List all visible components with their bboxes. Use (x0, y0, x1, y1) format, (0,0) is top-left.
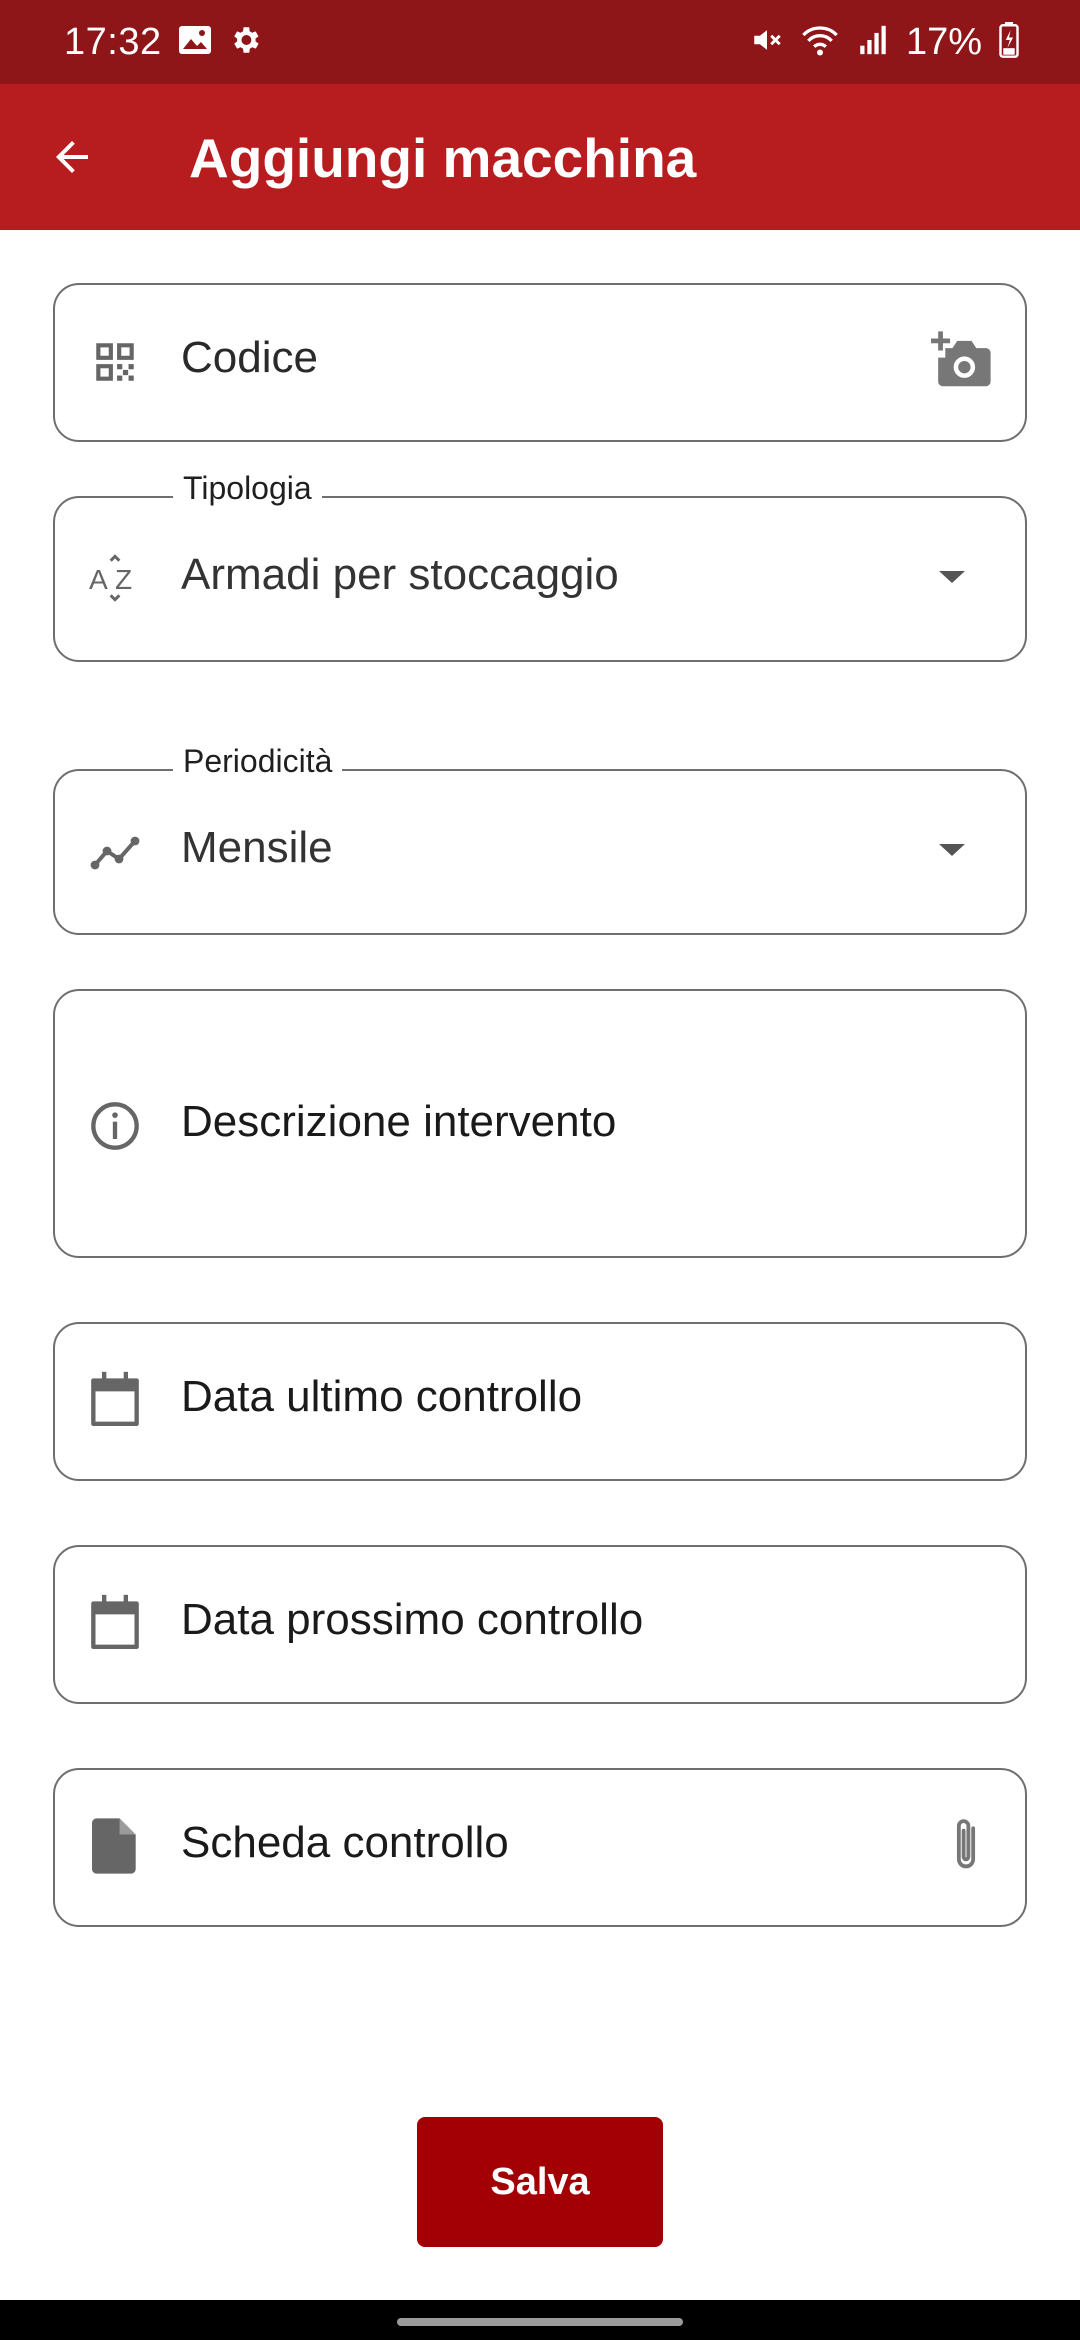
save-button[interactable]: Salva (417, 2117, 663, 2247)
last-check-date-placeholder: Data ultimo controllo (181, 1372, 583, 1421)
back-button[interactable] (42, 129, 102, 189)
paperclip-icon (948, 1814, 984, 1881)
trend-line-icon (89, 827, 141, 879)
file-icon (89, 1818, 141, 1874)
description-field[interactable]: Descrizione intervento (53, 989, 1027, 1258)
last-check-date-field[interactable]: Data ultimo controllo (53, 1322, 1027, 1481)
check-sheet-placeholder: Scheda controllo (181, 1818, 509, 1867)
type-value: Armadi per stoccaggio (181, 550, 619, 599)
svg-text:A: A (89, 564, 108, 595)
battery-percent: 17% (905, 20, 982, 63)
sort-az-icon: AZ (89, 552, 141, 604)
image-icon (178, 25, 212, 60)
type-label: Tipologia (173, 466, 322, 510)
home-gesture-handle[interactable] (397, 2318, 683, 2326)
page-title: Aggiungi macchina (189, 127, 697, 189)
status-bar: 17:32 17% (0, 0, 1080, 84)
code-field[interactable]: Codice (53, 283, 1027, 442)
calendar-icon (89, 1594, 141, 1649)
mute-icon (750, 23, 784, 62)
frequency-dropdown-toggle[interactable] (917, 817, 987, 887)
code-placeholder: Codice (181, 333, 318, 382)
signal-icon (856, 23, 890, 62)
add-photo-button[interactable] (927, 327, 997, 397)
attach-file-button[interactable] (931, 1812, 1001, 1882)
add-photo-icon (931, 330, 993, 394)
svg-text:Z: Z (115, 564, 132, 595)
settings-icon (228, 23, 262, 62)
frequency-dropdown[interactable]: Periodicità Mensile (53, 739, 1027, 935)
wifi-icon (800, 23, 840, 62)
arrow-back-icon (48, 133, 96, 186)
battery-charging-icon (998, 21, 1020, 63)
status-time: 17:32 (64, 20, 162, 63)
next-check-date-field[interactable]: Data prossimo controllo (53, 1545, 1027, 1704)
check-sheet-field[interactable]: Scheda controllo (53, 1768, 1027, 1927)
frequency-value: Mensile (181, 823, 333, 872)
qr-code-icon (89, 336, 141, 388)
navigation-bar (0, 2300, 1080, 2340)
caret-down-icon (937, 569, 967, 590)
frequency-label: Periodicità (173, 739, 343, 783)
app-bar: Aggiungi macchina (0, 84, 1080, 230)
type-dropdown[interactable]: Tipologia AZ Armadi per stoccaggio (53, 466, 1027, 662)
type-dropdown-toggle[interactable] (917, 544, 987, 614)
info-icon (89, 1100, 141, 1152)
status-bar-left: 17:32 (64, 21, 262, 64)
calendar-icon (89, 1371, 141, 1426)
status-bar-right: 17% (750, 21, 1020, 64)
description-placeholder: Descrizione intervento (181, 1097, 617, 1146)
next-check-date-placeholder: Data prossimo controllo (181, 1595, 644, 1644)
caret-down-icon (937, 842, 967, 863)
